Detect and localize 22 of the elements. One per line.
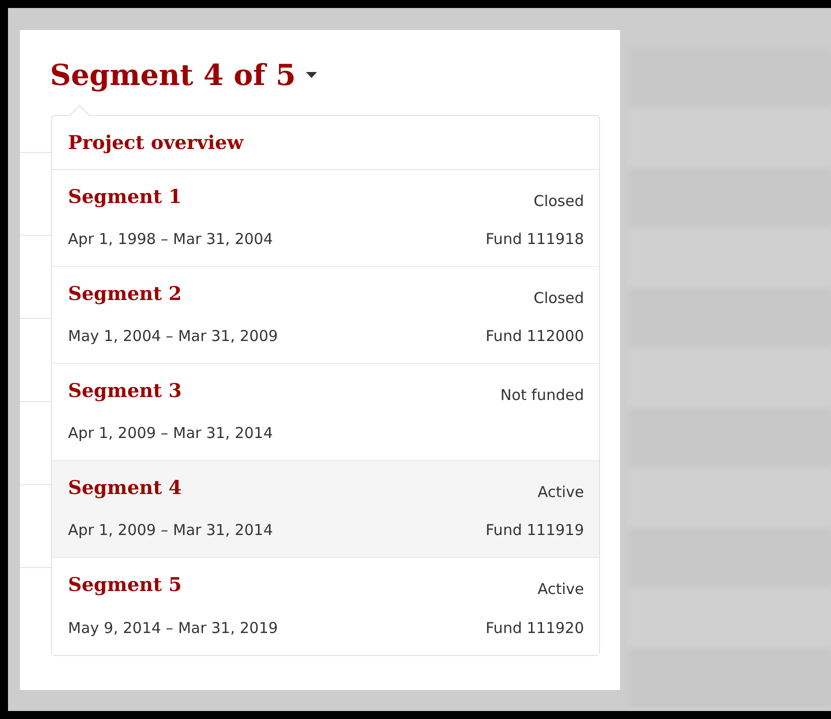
- segment-name: Segment 5: [68, 574, 183, 598]
- fund-number: Fund 111919: [486, 521, 584, 539]
- segment-status: Closed: [534, 289, 584, 307]
- caret-icon: [306, 72, 317, 78]
- segment-dropdown-button[interactable]: Segment 4 of 5: [50, 58, 317, 92]
- fund-number: Fund 112000: [486, 327, 584, 345]
- fund-number: Fund 111920: [486, 618, 584, 637]
- segment-status: Closed: [534, 192, 584, 210]
- segment-status: Not funded: [500, 386, 584, 404]
- segment-name: Segment 1: [68, 186, 183, 210]
- segment-status: Active: [538, 580, 584, 598]
- segment-name: Segment 3: [68, 380, 183, 404]
- segment-dates: May 1, 2004 – Mar 31, 2009: [68, 327, 278, 345]
- segment-dates: Apr 1, 2009 – Mar 31, 2014: [68, 521, 273, 539]
- segment-dates: Apr 1, 2009 – Mar 31, 2014: [68, 424, 273, 442]
- segment-status: Active: [538, 483, 584, 501]
- segment-dates: May 9, 2014 – Mar 31, 2019: [68, 618, 278, 637]
- fund-number: Fund 111918: [486, 230, 584, 248]
- segment-name: Segment 4: [68, 477, 183, 501]
- segment-name: Segment 2: [68, 283, 183, 307]
- segment-dates: Apr 1, 1998 – Mar 31, 2004: [68, 230, 273, 248]
- segment-item[interactable]: Segment 4 Active Apr 1, 2009 – Mar 31, 2014 Fund 111919: [52, 461, 599, 558]
